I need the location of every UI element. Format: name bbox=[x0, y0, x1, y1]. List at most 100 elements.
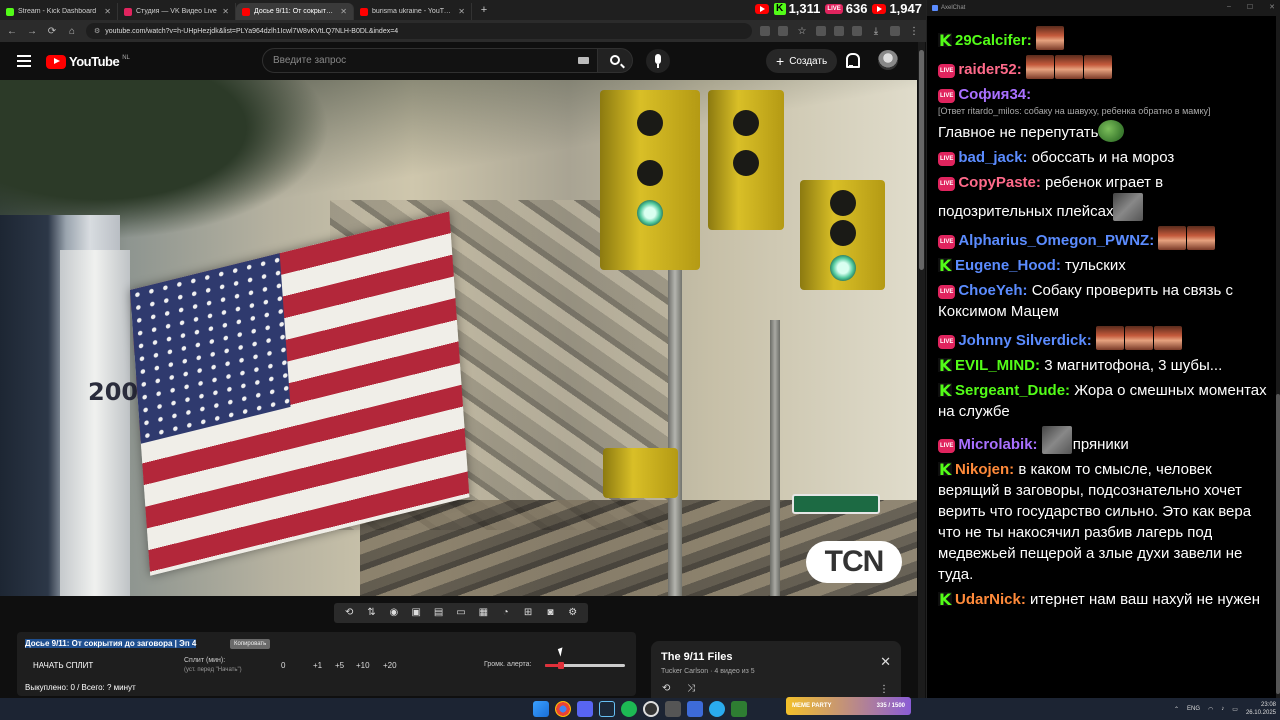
search-input[interactable]: Введите запрос bbox=[262, 48, 598, 73]
chat-username[interactable]: Nikojen: bbox=[955, 461, 1014, 478]
tab-vk-studio[interactable]: Студия — VK Видео Live ✕ bbox=[118, 3, 236, 20]
chat-username[interactable]: UdarNick: bbox=[955, 591, 1026, 608]
audio-wave-icon[interactable]: ◉ bbox=[387, 607, 401, 619]
extension-icon[interactable] bbox=[852, 26, 862, 36]
app-icon[interactable] bbox=[665, 701, 681, 717]
add-clip-icon[interactable]: ⊞ bbox=[521, 607, 535, 619]
app-icon[interactable] bbox=[687, 701, 703, 717]
site-info-icon[interactable]: ⚙ bbox=[94, 27, 100, 35]
chat-message: Nikojen: в каком то смысле, человек веря… bbox=[938, 459, 1272, 585]
close-window-icon[interactable]: ✕ bbox=[1269, 3, 1275, 11]
extension-icon[interactable] bbox=[778, 26, 788, 36]
tab-kick-dashboard[interactable]: Stream - Kick Dashboard ✕ bbox=[0, 3, 118, 20]
create-button[interactable]: + Создать bbox=[766, 49, 838, 73]
chat-message: LIVE CopyPaste: ребенок играет в подозрит… bbox=[938, 172, 1272, 222]
language-indicator[interactable]: ENG bbox=[1187, 706, 1200, 712]
volume-icon[interactable]: ♪ bbox=[1221, 706, 1224, 712]
extension-icon[interactable] bbox=[816, 26, 826, 36]
alert-volume-slider[interactable] bbox=[545, 662, 625, 669]
extension-icon[interactable] bbox=[760, 26, 770, 36]
tray-chevron-icon[interactable]: ⌃ bbox=[1174, 706, 1179, 713]
forward-icon[interactable]: → bbox=[26, 26, 38, 37]
chat-username[interactable]: ChoeYeh: bbox=[958, 282, 1027, 299]
start-windows-icon[interactable] bbox=[533, 701, 549, 717]
settings-gear-icon[interactable]: ⚙ bbox=[566, 607, 580, 619]
chat-username[interactable]: bad_jack: bbox=[958, 149, 1027, 166]
chat-username[interactable]: raider52: bbox=[958, 61, 1021, 78]
loop-playlist-icon[interactable]: ⟲ bbox=[662, 683, 670, 694]
voice-search-icon[interactable] bbox=[646, 49, 670, 73]
add-20-button[interactable]: +20 bbox=[383, 661, 397, 670]
start-split-button[interactable]: НАЧАТЬ СПЛИТ bbox=[33, 661, 93, 670]
chat-username[interactable]: Alpharius_Omegon_PWNZ: bbox=[958, 232, 1154, 249]
minimize-icon[interactable]: – bbox=[1227, 3, 1231, 11]
clapperboard-icon[interactable]: ▤ bbox=[432, 607, 446, 619]
close-icon[interactable]: ✕ bbox=[880, 654, 891, 670]
menu-icon[interactable] bbox=[17, 55, 31, 67]
obs-icon[interactable] bbox=[643, 701, 659, 717]
page-scrollbar[interactable] bbox=[918, 42, 925, 698]
battery-icon[interactable]: ▭ bbox=[1232, 706, 1238, 713]
clock[interactable]: 23:08 26.10.2025 bbox=[1246, 701, 1276, 717]
copy-button[interactable]: Копировать bbox=[230, 639, 271, 649]
chat-username[interactable]: Sergeant_Dude: bbox=[955, 382, 1070, 399]
more-options-icon[interactable]: ⋮ bbox=[879, 684, 889, 695]
chat-username[interactable]: Johnny Silverdick: bbox=[958, 332, 1091, 349]
reload-icon[interactable]: ⟳ bbox=[46, 26, 58, 37]
meme-party-widget[interactable]: MEME PARTY 335 / 1500 bbox=[786, 697, 911, 715]
speed-gauge-icon[interactable]: ◔ bbox=[499, 607, 513, 619]
tab-video-active[interactable]: Досье 9/11: От сокрытия до за ✕ bbox=[236, 3, 354, 20]
search-button[interactable] bbox=[597, 48, 633, 73]
add-10-button[interactable]: +10 bbox=[356, 661, 370, 670]
steam-icon[interactable] bbox=[599, 701, 615, 717]
playlist-title[interactable]: The 9/11 Files bbox=[661, 651, 733, 663]
extension-icon[interactable] bbox=[834, 26, 844, 36]
back-icon[interactable]: ← bbox=[6, 26, 18, 37]
notifications-bell-icon[interactable] bbox=[845, 53, 860, 68]
audio-settings-icon[interactable]: ▣ bbox=[409, 607, 423, 619]
home-icon[interactable]: ⌂ bbox=[66, 26, 78, 37]
truck-label: 2000RM0634 bbox=[88, 380, 264, 405]
emote-icon bbox=[1187, 226, 1216, 250]
maximize-icon[interactable]: ☐ bbox=[1247, 3, 1253, 11]
close-tab-icon[interactable]: ✕ bbox=[104, 7, 111, 16]
chat-scrollbar[interactable] bbox=[1276, 16, 1280, 698]
video-player[interactable]: 2000RM0634 TCN bbox=[0, 80, 917, 596]
close-tab-icon[interactable]: ✕ bbox=[458, 7, 465, 16]
profile-icon[interactable] bbox=[890, 26, 900, 36]
chat-username[interactable]: София34: bbox=[958, 86, 1031, 103]
url-field[interactable]: ⚙ youtube.com/watch?v=h-UHpHezjdk&list=P… bbox=[86, 23, 752, 39]
alert-volume-knob[interactable] bbox=[558, 662, 564, 669]
chat-username[interactable]: Eugene_Hood: bbox=[955, 257, 1061, 274]
film-strip-icon[interactable]: ▦ bbox=[476, 607, 490, 619]
telegram-icon[interactable] bbox=[709, 701, 725, 717]
tab-youtube-search[interactable]: burisma ukraine - YouTube ✕ bbox=[354, 3, 472, 20]
picture-in-picture-icon[interactable]: ▭ bbox=[454, 607, 468, 619]
close-tab-icon[interactable]: ✕ bbox=[340, 7, 347, 16]
avatar[interactable] bbox=[878, 50, 898, 70]
youtube-logo[interactable]: YouTube NL bbox=[46, 54, 130, 69]
menu-dots-icon[interactable]: ⋮ bbox=[908, 26, 920, 37]
add-1-button[interactable]: +1 bbox=[313, 661, 322, 670]
loop-icon[interactable]: ⟲ bbox=[342, 607, 356, 619]
browser-window: Stream - Kick Dashboard ✕ Студия — VK Ви… bbox=[0, 0, 926, 698]
close-tab-icon[interactable]: ✕ bbox=[222, 7, 229, 16]
discord-icon[interactable] bbox=[577, 701, 593, 717]
app-icon[interactable] bbox=[731, 701, 747, 717]
spotify-icon[interactable] bbox=[621, 701, 637, 717]
bookmark-star-icon[interactable]: ☆ bbox=[796, 26, 808, 37]
chat-username[interactable]: EVIL_MIND: bbox=[955, 357, 1040, 374]
chat-username[interactable]: Microlabik: bbox=[958, 436, 1037, 453]
screenshot-camera-icon[interactable]: ◙ bbox=[543, 607, 557, 619]
sort-icon[interactable]: ⇅ bbox=[365, 607, 379, 619]
chrome-icon[interactable] bbox=[555, 701, 571, 717]
new-tab-button[interactable]: + bbox=[476, 4, 492, 16]
shuffle-icon[interactable]: ⤨ bbox=[687, 683, 695, 694]
downloads-icon[interactable]: ⤓ bbox=[870, 26, 882, 37]
network-icon[interactable]: ◠ bbox=[1208, 706, 1213, 713]
keyboard-icon[interactable] bbox=[578, 57, 589, 64]
chat-message: 29Calcifer: bbox=[938, 26, 1272, 51]
add-5-button[interactable]: +5 bbox=[335, 661, 344, 670]
chat-username[interactable]: CopyPaste: bbox=[958, 174, 1041, 191]
chat-username[interactable]: 29Calcifer: bbox=[955, 32, 1032, 49]
